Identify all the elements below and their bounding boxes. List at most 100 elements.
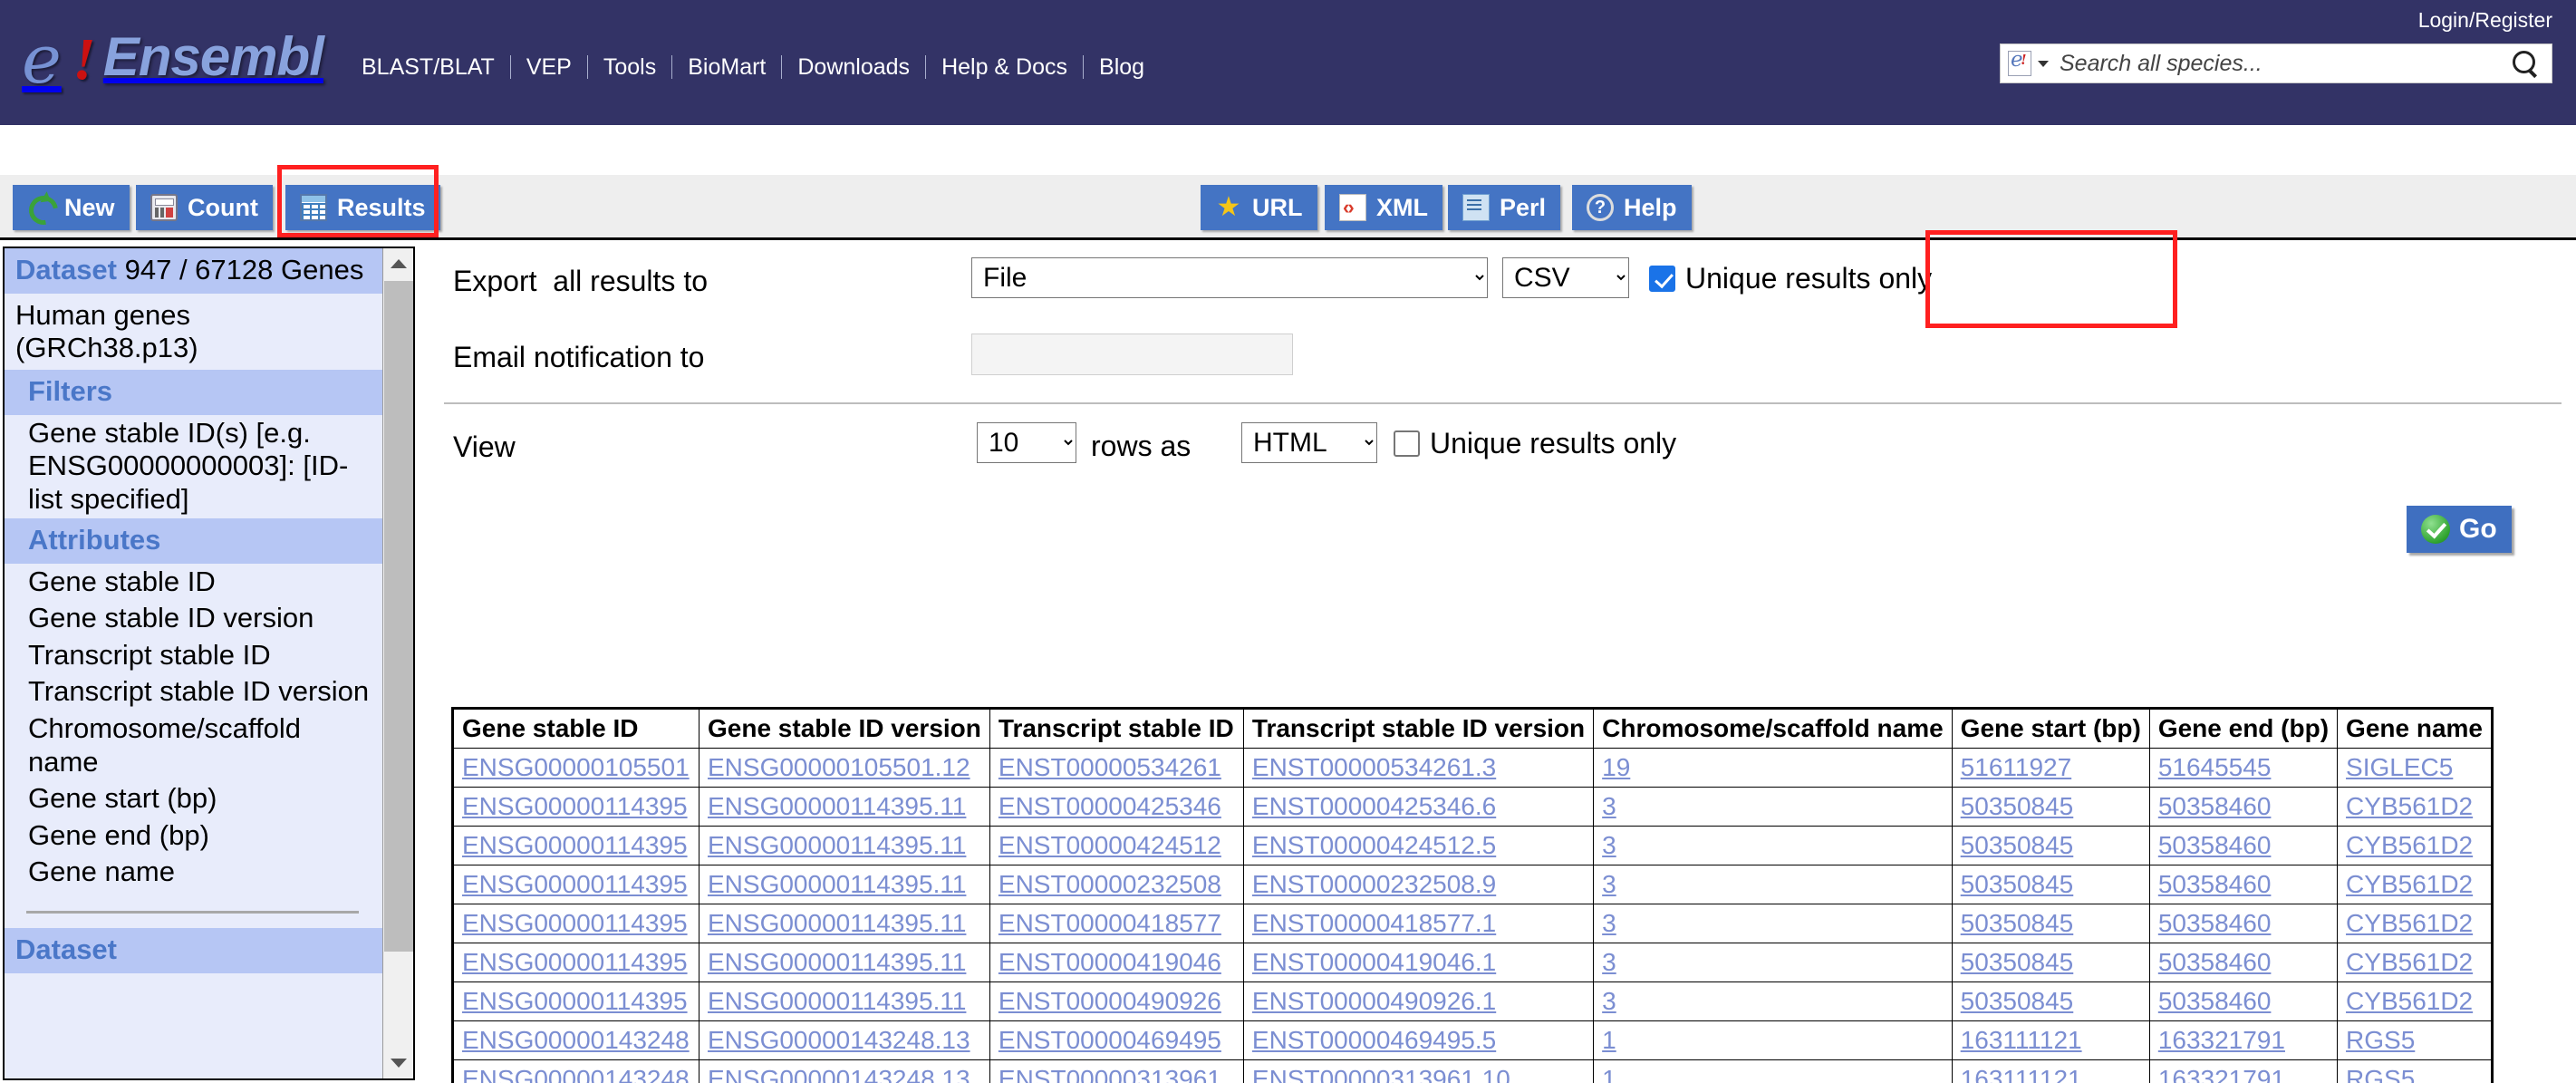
- chevron-down-icon[interactable]: [2038, 60, 2049, 67]
- cell-link[interactable]: ENSG00000114395.11: [708, 948, 966, 976]
- sidebar-attribute-item[interactable]: Gene name: [5, 854, 386, 891]
- cell-link[interactable]: 3: [1602, 909, 1616, 937]
- cell-link[interactable]: ENSG00000114395.11: [708, 870, 966, 898]
- cell-link[interactable]: 3: [1602, 792, 1616, 820]
- view-rows-select[interactable]: 10: [977, 422, 1076, 463]
- cell-link[interactable]: CYB561D2: [2346, 792, 2473, 820]
- cell-link[interactable]: ENSG00000114395: [462, 792, 688, 820]
- table-row[interactable]: ENSG00000114395 ENSG00000114395.11 ENST0…: [452, 787, 2493, 827]
- cell-link[interactable]: CYB561D2: [2346, 948, 2473, 976]
- cell-link[interactable]: CYB561D2: [2346, 831, 2473, 859]
- table-row[interactable]: ENSG00000114395 ENSG00000114395.11 ENST0…: [452, 826, 2493, 865]
- cell-link[interactable]: ENSG00000105501.12: [708, 753, 970, 781]
- cell-link[interactable]: 19: [1602, 753, 1630, 781]
- cell-link[interactable]: ENSG00000114395.11: [708, 987, 966, 1015]
- cell-link[interactable]: 50358460: [2158, 831, 2272, 859]
- count-button[interactable]: Count: [136, 185, 273, 230]
- cell-link[interactable]: RGS5: [2346, 1065, 2415, 1083]
- cell-link[interactable]: 163111121: [1961, 1026, 2082, 1054]
- cell-link[interactable]: ENSG00000114395: [462, 870, 688, 898]
- view-unique-results-checkbox-group[interactable]: Unique results only: [1394, 427, 1676, 460]
- sidebar-scrollbar-thumb[interactable]: [384, 281, 413, 952]
- cell-link[interactable]: 50358460: [2158, 987, 2272, 1015]
- cell-link[interactable]: ENST00000425346: [999, 792, 1221, 820]
- cell-link[interactable]: 50350845: [1961, 792, 2074, 820]
- cell-link[interactable]: ENST00000534261.3: [1252, 753, 1496, 781]
- cell-link[interactable]: ENSG00000143248: [462, 1065, 690, 1083]
- table-row[interactable]: ENSG00000143248 ENSG00000143248.13 ENST0…: [452, 1020, 2493, 1060]
- login-register-link[interactable]: Login/Register: [2418, 8, 2552, 33]
- cell-link[interactable]: ENST00000419046: [999, 948, 1221, 976]
- url-button[interactable]: ★ URL: [1201, 185, 1317, 230]
- cell-link[interactable]: 3: [1602, 987, 1616, 1015]
- export-unique-results-checkbox[interactable]: [1649, 266, 1675, 292]
- nav-item-blast-blat[interactable]: BLAST/BLAT: [346, 54, 510, 81]
- cell-link[interactable]: ENSG00000114395: [462, 909, 688, 937]
- cell-link[interactable]: ENST00000418577: [999, 909, 1221, 937]
- cell-link[interactable]: ENSG00000105501: [462, 753, 690, 781]
- new-button[interactable]: New: [13, 185, 130, 230]
- cell-link[interactable]: ENSG00000143248: [462, 1026, 690, 1054]
- cell-link[interactable]: ENSG00000114395: [462, 831, 688, 859]
- sidebar-filter-item[interactable]: Gene stable ID(s) [e.g. ENSG00000000003]…: [5, 415, 386, 518]
- sidebar-attribute-item[interactable]: Gene end (bp): [5, 817, 386, 855]
- cell-link[interactable]: ENST00000469495: [999, 1026, 1221, 1054]
- table-row[interactable]: ENSG00000114395 ENSG00000114395.11 ENST0…: [452, 981, 2493, 1021]
- cell-link[interactable]: 163321791: [2158, 1026, 2285, 1054]
- cell-link[interactable]: CYB561D2: [2346, 870, 2473, 898]
- cell-link[interactable]: 50350845: [1961, 948, 2074, 976]
- sidebar-attributes-header[interactable]: Attributes: [5, 517, 386, 564]
- export-unique-results-checkbox-group[interactable]: Unique results only: [1649, 262, 1932, 295]
- help-button[interactable]: ? Help: [1572, 185, 1692, 230]
- table-row[interactable]: ENSG00000143248 ENSG00000143248.13 ENST0…: [452, 1059, 2493, 1083]
- cell-link[interactable]: 3: [1602, 948, 1616, 976]
- cell-link[interactable]: CYB561D2: [2346, 909, 2473, 937]
- export-format-select[interactable]: CSV: [1502, 257, 1629, 298]
- ensembl-logo[interactable]: e ! Ensembl: [16, 16, 333, 96]
- table-row[interactable]: ENSG00000114395 ENSG00000114395.11 ENST0…: [452, 943, 2493, 982]
- nav-item-help-docs[interactable]: Help & Docs: [926, 54, 1083, 81]
- cell-link[interactable]: 50350845: [1961, 987, 2074, 1015]
- cell-link[interactable]: 163111121: [1961, 1065, 2082, 1083]
- cell-link[interactable]: ENST00000490926.1: [1252, 987, 1496, 1015]
- export-destination-select[interactable]: File: [971, 257, 1488, 298]
- cell-link[interactable]: 50350845: [1961, 870, 2074, 898]
- scroll-down-arrow-icon[interactable]: [383, 1048, 413, 1078]
- nav-item-biomart[interactable]: BioMart: [672, 54, 781, 81]
- cell-link[interactable]: ENST00000232508.9: [1252, 870, 1496, 898]
- cell-link[interactable]: ENST00000232508: [999, 870, 1221, 898]
- cell-link[interactable]: 50358460: [2158, 792, 2272, 820]
- view-format-select[interactable]: HTML: [1241, 422, 1377, 463]
- cell-link[interactable]: 3: [1602, 831, 1616, 859]
- sidebar-attribute-item[interactable]: Gene start (bp): [5, 780, 386, 817]
- cell-link[interactable]: 50358460: [2158, 870, 2272, 898]
- cell-link[interactable]: ENST00000490926: [999, 987, 1221, 1015]
- cell-link[interactable]: 51645545: [2158, 753, 2272, 781]
- go-button[interactable]: Go: [2407, 506, 2512, 553]
- cell-link[interactable]: ENST00000424512: [999, 831, 1221, 859]
- xml-button[interactable]: XML: [1325, 185, 1442, 230]
- cell-link[interactable]: 50358460: [2158, 909, 2272, 937]
- cell-link[interactable]: 1: [1602, 1026, 1616, 1054]
- cell-link[interactable]: ENST00000425346.6: [1252, 792, 1496, 820]
- cell-link[interactable]: ENSG00000143248.13: [708, 1026, 970, 1054]
- perl-button[interactable]: Perl: [1448, 185, 1561, 230]
- cell-link[interactable]: ENSG00000143248.13: [708, 1065, 970, 1083]
- nav-item-tools[interactable]: Tools: [588, 54, 671, 81]
- cell-link[interactable]: ENSG00000114395: [462, 948, 688, 976]
- cell-link[interactable]: ENST00000469495.5: [1252, 1026, 1496, 1054]
- cell-link[interactable]: 1: [1602, 1065, 1616, 1083]
- cell-link[interactable]: ENSG00000114395.11: [708, 909, 966, 937]
- cell-link[interactable]: ENST00000313961: [999, 1065, 1221, 1083]
- cell-link[interactable]: ENST00000313961.10: [1252, 1065, 1510, 1083]
- search-icon[interactable]: [2510, 49, 2539, 78]
- table-row[interactable]: ENSG00000114395 ENSG00000114395.11 ENST0…: [452, 865, 2493, 904]
- sidebar-filters-header[interactable]: Filters: [5, 369, 386, 415]
- view-unique-results-checkbox[interactable]: [1394, 430, 1420, 457]
- cell-link[interactable]: 3: [1602, 870, 1616, 898]
- global-search-box[interactable]: [2000, 44, 2552, 83]
- sidebar-dataset-header-2[interactable]: Dataset: [5, 927, 386, 973]
- table-row[interactable]: ENSG00000105501 ENSG00000105501.12 ENST0…: [452, 748, 2493, 788]
- sidebar-scrollbar[interactable]: [382, 248, 413, 1078]
- cell-link[interactable]: 50358460: [2158, 948, 2272, 976]
